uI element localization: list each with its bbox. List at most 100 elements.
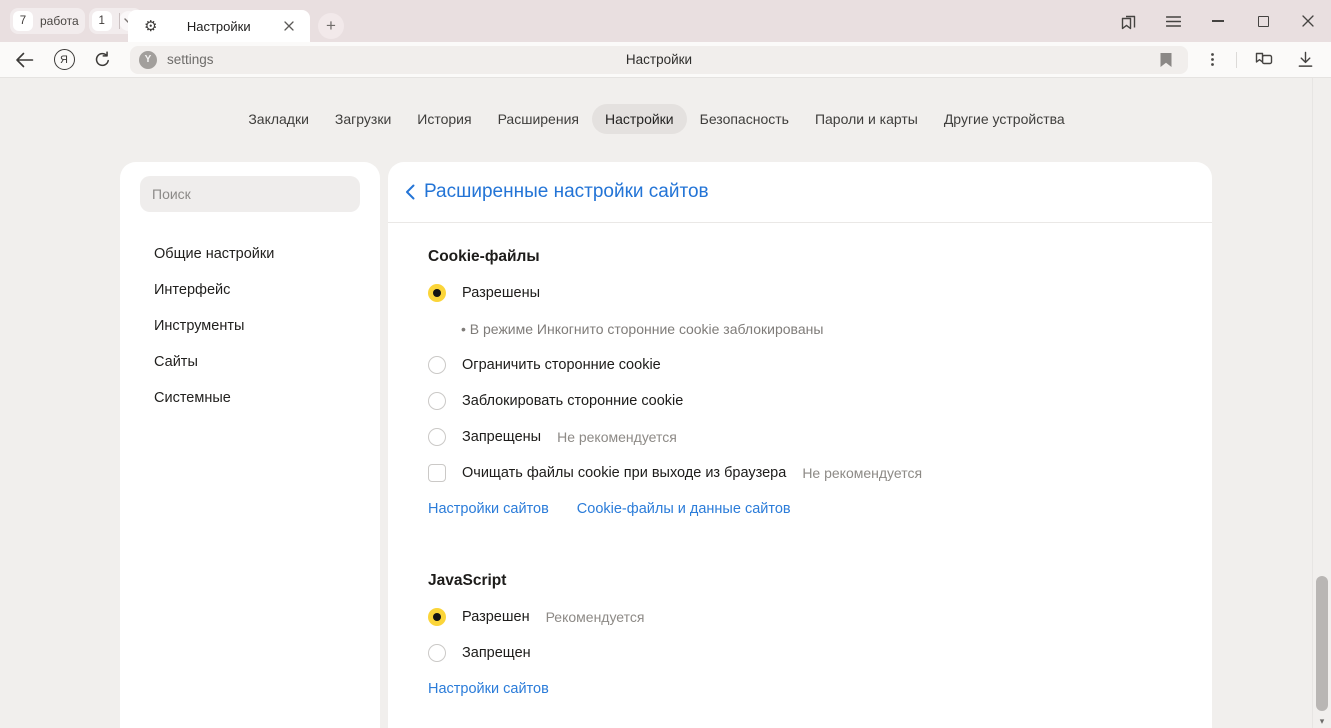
option-label[interactable]: Разрешены [462, 285, 540, 301]
page-title: Настройки [130, 52, 1188, 67]
option-hint: Не рекомендуется [557, 429, 677, 445]
vertical-dots-icon [1211, 53, 1214, 66]
maximize-button[interactable] [1252, 10, 1274, 32]
extensions-icon [1252, 51, 1274, 69]
option-hint: Не рекомендуется [802, 465, 922, 481]
tab-group-name: работа [40, 14, 79, 28]
plus-icon: + [326, 16, 336, 36]
radio-block-third-party[interactable] [428, 392, 446, 410]
sidebar-item-interface[interactable]: Интерфейс [120, 272, 380, 308]
download-icon [1297, 51, 1314, 68]
side-panels-button[interactable] [1117, 10, 1139, 32]
option-label[interactable]: Запрещены [462, 429, 541, 445]
radio-cookies-forbidden[interactable] [428, 428, 446, 446]
downloads-button[interactable] [1293, 48, 1317, 72]
tab-settings[interactable]: ⚙ Настройки [128, 10, 310, 42]
option-hint: Рекомендуется [546, 609, 645, 625]
nav-item-security[interactable]: Безопасность [687, 104, 802, 134]
option-cookies-allowed: Разрешены [428, 275, 1172, 311]
section-heading: JavaScript [428, 571, 1172, 591]
hamburger-icon [1166, 16, 1181, 27]
back-header[interactable]: Расширенные настройки сайтов [388, 162, 1212, 223]
nav-item-bookmarks[interactable]: Закладки [235, 104, 322, 134]
reload-button[interactable] [90, 48, 114, 72]
sidebar-list: Общие настройки Интерфейс Инструменты Са… [120, 236, 380, 416]
radio-js-forbidden[interactable] [428, 644, 446, 662]
option-clear-on-exit: Очищать файлы cookie при выходе из брауз… [428, 455, 1172, 491]
tab-strip: 7 работа 1 ⚙ Настройки [0, 0, 1331, 42]
minimize-button[interactable] [1207, 10, 1229, 32]
option-label[interactable]: Разрешен [462, 609, 530, 625]
settings-sidebar: Общие настройки Интерфейс Инструменты Са… [120, 162, 380, 728]
option-label[interactable]: Ограничить сторонние cookie [462, 357, 661, 373]
settings-content: Cookie-файлы Разрешены В режиме Инкогнит… [388, 223, 1212, 707]
sidebar-item-general[interactable]: Общие настройки [120, 236, 380, 272]
section-javascript: JavaScript Разрешен Рекомендуется Запрещ… [428, 571, 1172, 707]
tab-group-badge: 1 [92, 11, 112, 31]
scrollbar-down-arrow[interactable]: ▾ [1313, 716, 1331, 727]
settings-nav: Закладки Загрузки История Расширения Нас… [0, 100, 1313, 138]
section-links: Настройки сайтов Cookie-файлы и данные с… [428, 491, 1172, 527]
option-note: В режиме Инкогнито сторонние cookie забл… [428, 311, 1172, 347]
tabstrip-divider [119, 13, 120, 29]
sidebar-item-tools[interactable]: Инструменты [120, 308, 380, 344]
chevron-left-icon [405, 184, 415, 200]
section-links: Настройки сайтов [428, 671, 1172, 707]
radio-cookies-allowed[interactable] [428, 284, 446, 302]
yandex-home-button[interactable]: Я [52, 48, 76, 72]
scrollbar-thumb[interactable] [1316, 576, 1328, 711]
yandex-logo-icon: Я [54, 49, 75, 70]
menu-button[interactable] [1162, 10, 1184, 32]
option-label[interactable]: Запрещен [462, 645, 531, 661]
radio-js-allowed[interactable] [428, 608, 446, 626]
nav-item-settings[interactable]: Настройки [592, 104, 687, 134]
radio-limit-third-party[interactable] [428, 356, 446, 374]
close-window-button[interactable] [1297, 10, 1319, 32]
address-options-button[interactable] [1200, 48, 1224, 72]
option-js-allowed: Разрешен Рекомендуется [428, 599, 1172, 635]
option-block-third-party: Заблокировать сторонние cookie [428, 383, 1172, 419]
sidebar-item-system[interactable]: Системные [120, 380, 380, 416]
maximize-icon [1258, 16, 1269, 27]
tab-group: 7 работа 1 [10, 8, 142, 34]
sidebar-item-sites[interactable]: Сайты [120, 344, 380, 380]
option-js-forbidden: Запрещен [428, 635, 1172, 671]
arrow-left-icon [15, 52, 34, 68]
option-label[interactable]: Очищать файлы cookie при выходе из брауз… [462, 465, 786, 481]
link-cookies-and-site-data[interactable]: Cookie-файлы и данные сайтов [577, 501, 791, 517]
settings-main-panel: Расширенные настройки сайтов Cookie-файл… [388, 162, 1212, 728]
minimize-icon [1212, 20, 1224, 22]
page-section-title: Расширенные настройки сайтов [424, 181, 709, 203]
bookmark-icon [1160, 52, 1172, 67]
address-url[interactable]: settings [167, 52, 214, 67]
browser-window: 7 работа 1 ⚙ Настройки [0, 0, 1331, 728]
new-tab-button[interactable]: + [318, 13, 344, 39]
back-button[interactable] [12, 48, 36, 72]
tab-group-pill[interactable]: 7 работа [10, 8, 85, 34]
checkbox-clear-on-exit[interactable] [428, 464, 446, 482]
close-icon [1302, 15, 1314, 27]
nav-item-other-devices[interactable]: Другие устройства [931, 104, 1078, 134]
bookmark-button[interactable] [1160, 52, 1172, 67]
extensions-button[interactable] [1251, 48, 1275, 72]
nav-item-history[interactable]: История [404, 104, 484, 134]
link-site-settings[interactable]: Настройки сайтов [428, 681, 549, 697]
browser-toolbar: Я Y settings Настройки [0, 42, 1331, 78]
link-site-settings[interactable]: Настройки сайтов [428, 501, 549, 517]
option-label[interactable]: Заблокировать сторонние cookie [462, 393, 683, 409]
tab-title: Настройки [157, 19, 280, 34]
bookmarks-panel-icon [1119, 12, 1138, 31]
search-input[interactable] [140, 176, 360, 212]
gear-icon: ⚙ [144, 19, 157, 34]
tab-group-count: 7 [13, 11, 33, 31]
scrollbar-track[interactable]: ▾ [1312, 78, 1331, 728]
nav-item-passwords[interactable]: Пароли и карты [802, 104, 931, 134]
address-bar[interactable]: Y settings Настройки [130, 46, 1188, 74]
nav-item-extensions[interactable]: Расширения [485, 104, 592, 134]
section-cookies: Cookie-файлы Разрешены В режиме Инкогнит… [428, 247, 1172, 527]
reload-icon [93, 50, 112, 69]
section-heading: Cookie-файлы [428, 247, 1172, 267]
nav-item-downloads[interactable]: Загрузки [322, 104, 404, 134]
close-icon [284, 21, 294, 31]
tab-close-button[interactable] [280, 17, 298, 35]
